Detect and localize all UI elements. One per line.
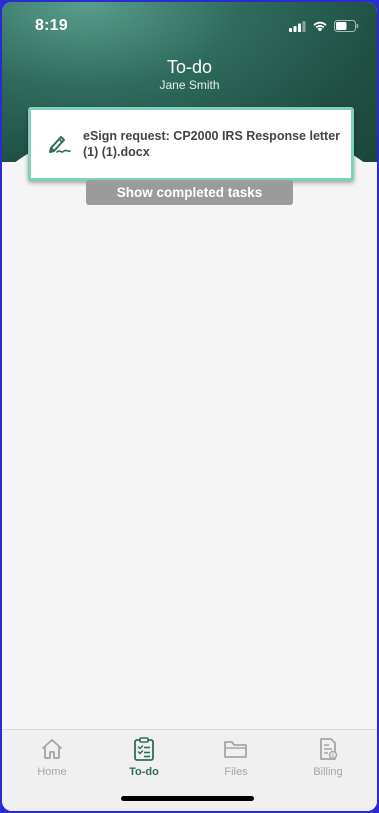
invoice-icon: $: [281, 736, 375, 762]
svg-text:$: $: [331, 753, 334, 759]
clipboard-checklist-icon: [97, 736, 191, 762]
wifi-icon: [312, 19, 328, 37]
tab-to-do-label: To-do: [129, 766, 159, 778]
show-completed-tasks-button[interactable]: Show completed tasks: [86, 180, 293, 205]
tab-billing[interactable]: $ Billing: [281, 736, 375, 778]
tab-to-do[interactable]: To-do: [97, 736, 191, 778]
home-indicator[interactable]: [121, 796, 254, 801]
tab-files[interactable]: Files: [189, 736, 283, 778]
status-icons: [289, 19, 359, 37]
cellular-signal-icon: [289, 19, 306, 37]
tab-home-label: Home: [37, 766, 67, 778]
tab-billing-label: Billing: [313, 766, 343, 778]
task-card-esign[interactable]: eSign request: CP2000 IRS Response lette…: [28, 107, 354, 181]
app-screen: 8:19 To-do Jane Smith eSign request: CP2…: [2, 2, 377, 811]
task-title: eSign request: CP2000 IRS Response lette…: [83, 129, 341, 159]
signature-pen-icon: [37, 124, 83, 164]
tab-home[interactable]: Home: [5, 736, 99, 778]
home-icon: [5, 736, 99, 762]
battery-icon: [334, 19, 359, 37]
user-name: Jane Smith: [159, 78, 220, 92]
tab-files-label: Files: [224, 766, 248, 778]
page-title: To-do: [166, 57, 213, 77]
folder-icon: [189, 736, 283, 762]
status-time: 8:19: [35, 17, 68, 34]
